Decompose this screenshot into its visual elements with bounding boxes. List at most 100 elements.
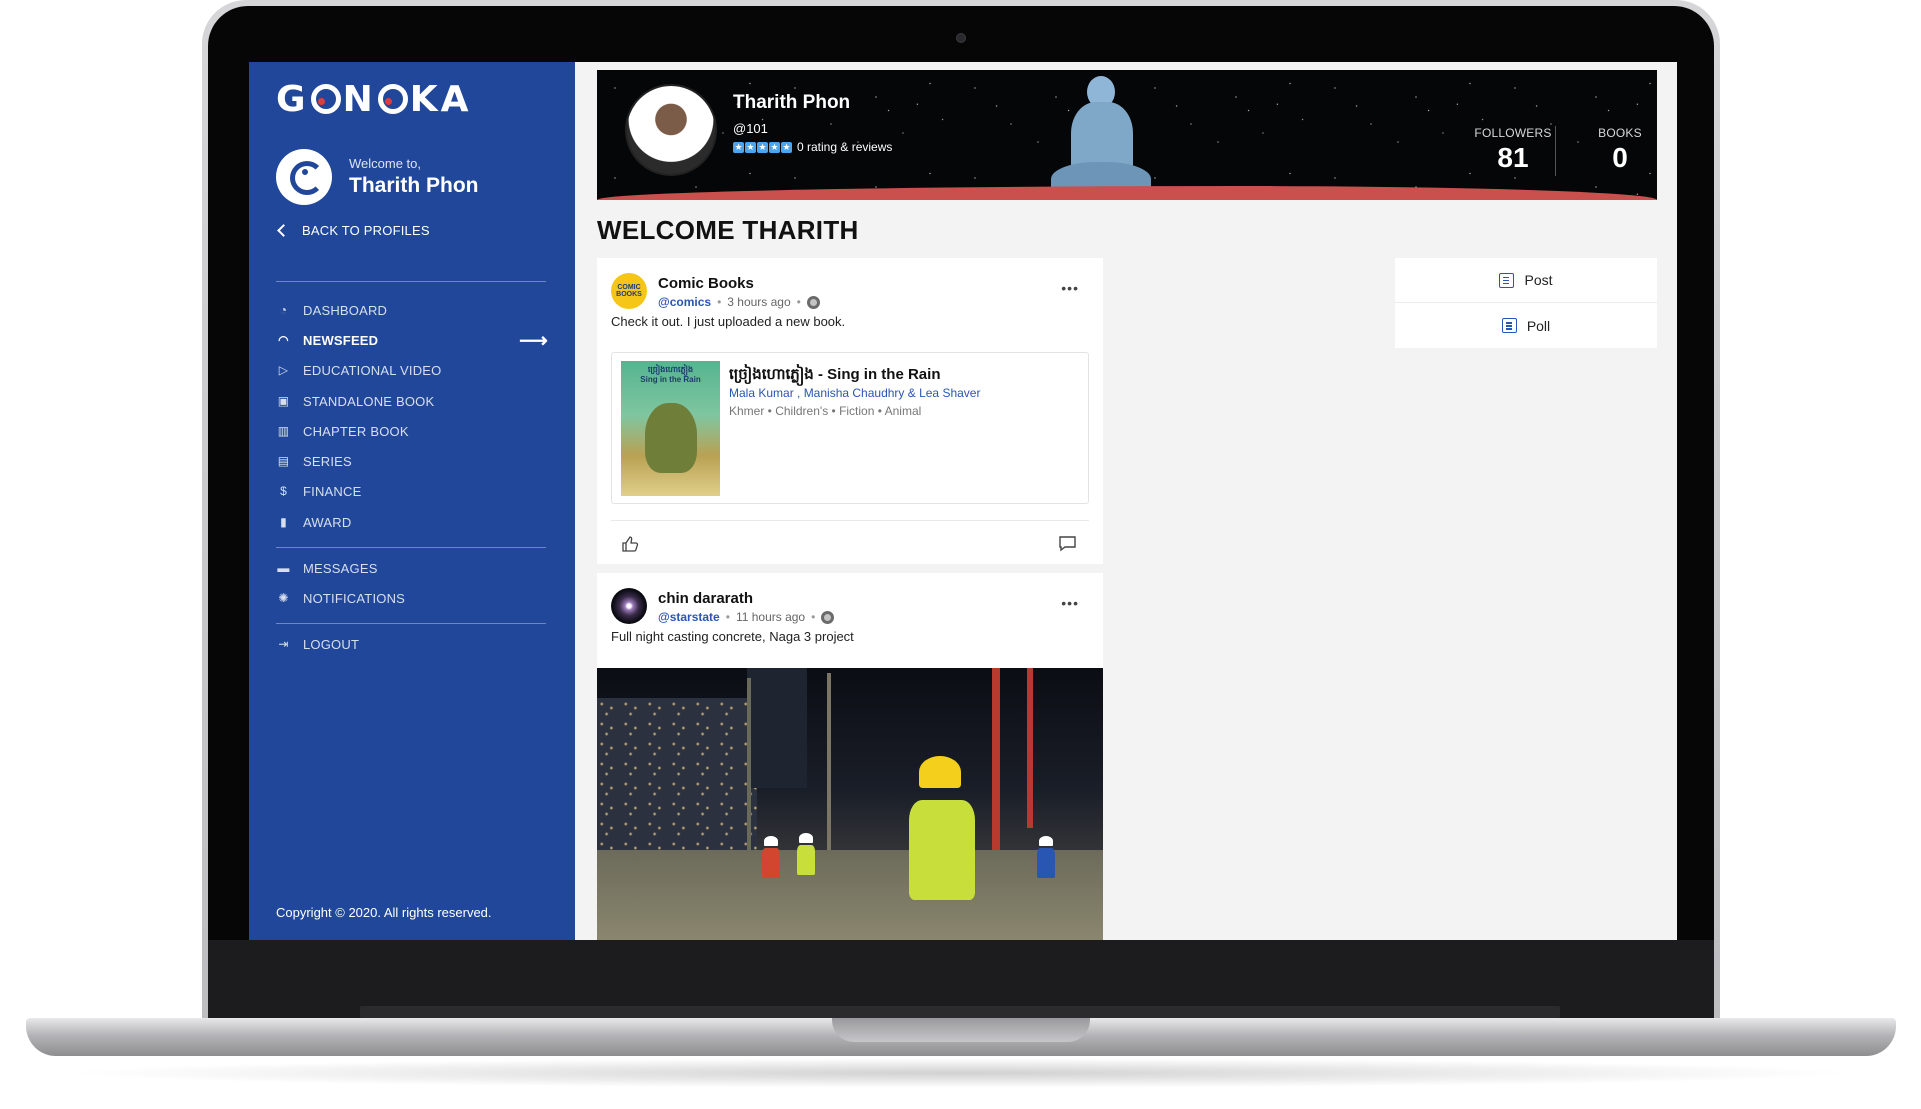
more-options-icon[interactable]: ••• — [1061, 595, 1079, 611]
like-icon[interactable] — [621, 535, 639, 553]
sidebar-item-label: SERIES — [303, 453, 352, 469]
sidebar-item-notifications[interactable]: ✺ NOTIFICATIONS — [276, 583, 548, 613]
welcome-user-name: Tharith Phon — [349, 174, 479, 197]
laptop-frame: G N KA Welcome to, Tharith Phon BACK TO PR… — [0, 0, 1921, 1109]
laptop-hinge — [360, 1006, 1560, 1018]
welcome-block: Welcome to, Tharith Phon — [276, 149, 479, 205]
sidebar-divider — [276, 547, 546, 548]
brand-avatar-icon — [276, 149, 332, 205]
post-handle[interactable]: @comics — [658, 295, 711, 309]
sidebar-item-messages[interactable]: ▬ MESSAGES — [276, 553, 548, 583]
post-meta: @starstate • 11 hours ago • — [658, 610, 835, 624]
post-author[interactable]: chin dararath — [658, 590, 753, 607]
statue-illustration — [1051, 76, 1167, 200]
more-options-icon[interactable]: ••• — [1061, 280, 1079, 296]
star-icon: ★ — [757, 141, 768, 153]
post-card: COMIC BOOKS Comic Books @comics • 3 hours… — [597, 258, 1103, 564]
followers-count: 81 — [1497, 142, 1529, 173]
sidebar-divider — [276, 623, 546, 624]
poll-button-label: Poll — [1526, 317, 1551, 334]
profile-rating[interactable]: ★ ★ ★ ★ ★ 0 rating & reviews — [733, 140, 892, 154]
sidebar-item-educational-video[interactable]: ▷ EDUCATIONAL VIDEO — [276, 355, 548, 385]
camera-icon — [956, 33, 966, 43]
sidebar-divider — [276, 281, 546, 282]
sidebar-item-label: FINANCE — [303, 483, 362, 499]
sidebar-item-newsfeed[interactable]: ◠ NEWSFEED ⟶ — [276, 325, 548, 355]
welcome-label: Welcome to, — [349, 156, 422, 171]
books-stat[interactable]: BOOKS 0 — [1577, 126, 1657, 174]
library-icon: ▥ — [277, 424, 290, 438]
sidebar-item-series[interactable]: ▤ SERIES — [276, 446, 548, 476]
poll-button[interactable]: Poll — [1395, 303, 1657, 348]
post-button[interactable]: Post — [1395, 258, 1657, 303]
author-avatar[interactable]: COMIC BOOKS — [611, 273, 647, 309]
globe-icon — [806, 295, 820, 309]
profile-avatar[interactable] — [625, 84, 717, 176]
poll-icon — [1501, 318, 1517, 333]
copyright-text: Copyright © 2020. All rights reserved. — [276, 905, 492, 920]
back-to-profiles-link[interactable]: BACK TO PROFILES — [276, 223, 430, 238]
comment-icon[interactable] — [1058, 535, 1077, 552]
sidebar-item-label: MESSAGES — [303, 560, 378, 576]
book-authors[interactable]: Mala Kumar , Manisha Chaudhry & Lea Shav… — [729, 386, 980, 400]
post-time: 11 hours ago — [735, 610, 806, 624]
author-avatar[interactable] — [611, 588, 647, 624]
star-icon: ★ — [781, 141, 792, 153]
arrow-right-icon: ⟶ — [519, 329, 548, 352]
laptop-shadow — [60, 1058, 1860, 1088]
profile-handle: @101 — [733, 121, 768, 136]
play-icon: ▷ — [278, 363, 289, 377]
rss-icon: ◠ — [278, 333, 289, 347]
book-preview[interactable]: ច្រៀងហោភ្លៀង Sing in the Rain ច្រៀងហោភ្ល… — [611, 352, 1089, 504]
logout-label: LOGOUT — [303, 636, 360, 652]
sidebar: G N KA Welcome to, Tharith Phon BACK TO PR… — [249, 62, 575, 940]
back-to-profiles-label: BACK TO PROFILES — [302, 223, 430, 238]
gonoka-logo[interactable]: G N KA — [276, 78, 471, 120]
screen: G N KA Welcome to, Tharith Phon BACK TO PR… — [249, 62, 1677, 940]
book-cover-image: ច្រៀងហោភ្លៀង Sing in the Rain — [621, 361, 720, 496]
profile-banner: Tharith Phon @101 ★ ★ ★ ★ ★ 0 rating & r… — [597, 70, 1657, 200]
laptop-base-notch — [832, 1018, 1090, 1042]
stat-divider — [1555, 126, 1556, 176]
sidebar-item-label: NOTIFICATIONS — [303, 590, 406, 606]
edit-icon — [1499, 272, 1515, 288]
sidebar-item-label: NEWSFEED — [303, 332, 379, 348]
post-time: 3 hours ago — [727, 295, 791, 309]
post-photo[interactable] — [597, 668, 1103, 940]
clipboard-icon: ▮ — [280, 515, 287, 529]
stack-icon: ▤ — [277, 454, 290, 468]
sidebar-item-chapter-book[interactable]: ▥ CHAPTER BOOK — [276, 416, 548, 446]
post-author[interactable]: Comic Books — [658, 275, 754, 292]
followers-stat[interactable]: FOLLOWERS 81 — [1470, 126, 1556, 174]
profile-name: Tharith Phon — [733, 92, 851, 113]
star-icon: ★ — [769, 141, 780, 153]
sidebar-item-dashboard[interactable]: ◔ DASHBOARD — [276, 295, 548, 325]
book-cover-title: ច្រៀងហោភ្លៀង Sing in the Rain — [640, 365, 701, 384]
chevron-left-icon — [277, 224, 290, 237]
star-icon: ★ — [733, 141, 744, 153]
book-tags: Khmer • Children's • Fiction • Animal — [729, 404, 922, 418]
book-icon: ▣ — [277, 394, 290, 408]
create-actions-panel: Post Poll — [1395, 258, 1657, 348]
sidebar-item-award[interactable]: ▮ AWARD — [276, 507, 548, 537]
chat-icon: ▬ — [277, 561, 290, 575]
post-handle[interactable]: @starstate — [658, 610, 720, 624]
post-text: Full night casting concrete, Naga 3 proj… — [611, 629, 854, 644]
post-divider — [611, 520, 1089, 521]
sidebar-item-label: DASHBOARD — [303, 302, 388, 318]
book-title[interactable]: ច្រៀងហោភ្លៀង - Sing in the Rain — [729, 365, 940, 387]
post-card: chin dararath @starstate • 11 hours ago … — [597, 573, 1103, 940]
followers-label: FOLLOWERS — [1474, 126, 1552, 140]
sidebar-item-finance[interactable]: $ FINANCE — [276, 476, 548, 506]
bell-icon: ✺ — [278, 591, 289, 605]
rating-text: 0 rating & reviews — [797, 140, 893, 154]
books-label: BOOKS — [1598, 126, 1642, 140]
sidebar-item-standalone-book[interactable]: ▣ STANDALONE BOOK — [276, 386, 548, 416]
logout-button[interactable]: ⇥ LOGOUT — [276, 629, 548, 659]
globe-icon — [821, 610, 835, 624]
sidebar-item-label: AWARD — [303, 514, 352, 530]
books-count: 0 — [1612, 142, 1628, 173]
logout-icon: ⇥ — [278, 637, 289, 651]
sidebar-item-label: CHAPTER BOOK — [303, 423, 409, 439]
star-icon: ★ — [745, 141, 756, 153]
